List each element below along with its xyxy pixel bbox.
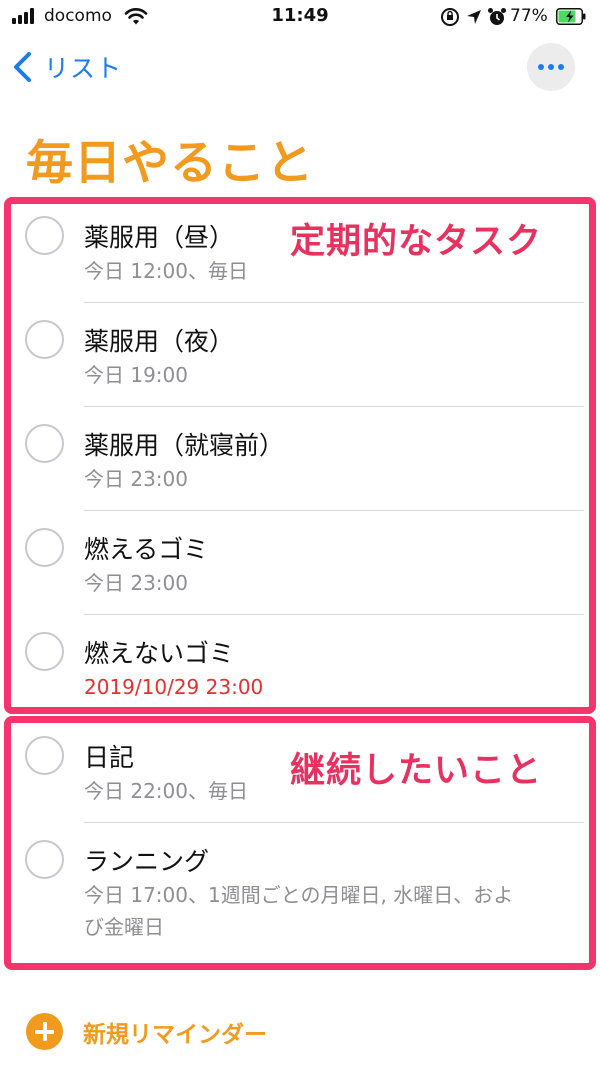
more-button[interactable] bbox=[527, 43, 575, 91]
alarm-icon bbox=[488, 8, 506, 25]
chevron-left-icon bbox=[14, 52, 31, 82]
callout-recurring-tasks: 定期的なタスク bbox=[290, 222, 543, 262]
location-icon bbox=[467, 10, 481, 24]
status-bar: docomo 11:49 77% bbox=[0, 0, 600, 34]
orientation-lock-icon bbox=[441, 8, 459, 26]
plus-icon bbox=[26, 1013, 63, 1050]
highlight-frame-recurring bbox=[4, 197, 596, 714]
battery-icon bbox=[556, 8, 586, 25]
page-title: 毎日やること bbox=[26, 136, 314, 191]
battery-percent: 77% bbox=[510, 6, 548, 26]
status-icons bbox=[440, 7, 508, 27]
back-button[interactable]: リスト bbox=[12, 50, 122, 84]
new-reminder-button[interactable]: 新規リマインダー bbox=[26, 1013, 267, 1050]
back-label: リスト bbox=[44, 54, 123, 83]
ellipsis-icon bbox=[538, 64, 544, 70]
callout-continuing: 継続したいこと bbox=[290, 751, 543, 791]
new-reminder-label: 新規リマインダー bbox=[83, 1021, 267, 1048]
